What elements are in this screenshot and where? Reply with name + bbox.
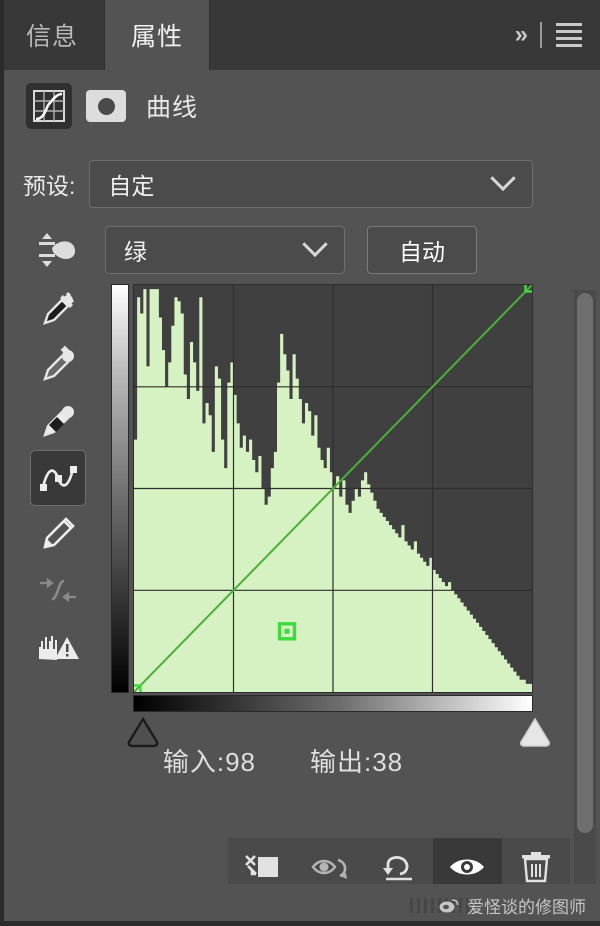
output-gradient-strip bbox=[111, 284, 129, 693]
preset-value: 自定 bbox=[108, 173, 155, 199]
adjustment-title-row: 曲线 bbox=[0, 70, 600, 142]
preset-label: 预设: bbox=[23, 173, 76, 199]
channel-value: 绿 bbox=[124, 239, 147, 265]
curve-plot-area[interactable] bbox=[133, 284, 533, 693]
chevron-down-icon bbox=[302, 231, 328, 258]
channel-row: 绿 自动 bbox=[23, 226, 477, 274]
watermark-text: 爱怪谈的修图师 bbox=[467, 898, 586, 917]
curves-tool-column bbox=[21, 282, 95, 674]
properties-panel: 信息 属性 » 曲线 预设: 自定 绿 自动 输入:98 输出:38 爱怪谈的修… bbox=[0, 0, 600, 926]
chevron-down-icon bbox=[490, 165, 517, 192]
collapse-panel-icon[interactable]: » bbox=[515, 23, 528, 47]
scrollbar-thumb[interactable] bbox=[577, 293, 593, 833]
mask-dot-icon bbox=[97, 97, 115, 115]
layer-mask-thumbnail[interactable] bbox=[86, 90, 126, 122]
page-title: 曲线 bbox=[146, 94, 199, 122]
tab-properties[interactable]: 属性 bbox=[105, 0, 211, 70]
curves-icon bbox=[26, 83, 72, 129]
panel-scrollbar[interactable] bbox=[574, 290, 596, 926]
input-value-label: 输入:98 bbox=[162, 747, 256, 777]
input-gradient-strip bbox=[133, 695, 533, 712]
weibo-logo-icon bbox=[439, 898, 459, 912]
tab-bar-spacer bbox=[210, 0, 505, 70]
panel-menu-icon[interactable] bbox=[556, 23, 582, 47]
watermark: 爱怪谈的修图师 bbox=[439, 893, 586, 918]
tab-info[interactable]: 信息 bbox=[0, 0, 106, 70]
black-point-eyedropper[interactable] bbox=[30, 282, 86, 338]
panel-header-tools: » bbox=[504, 0, 600, 70]
curve-point-tool[interactable] bbox=[30, 450, 86, 506]
preset-dropdown[interactable]: 自定 bbox=[89, 160, 534, 208]
curve-target-adjust-icon[interactable] bbox=[23, 230, 91, 270]
auto-button[interactable]: 自动 bbox=[367, 226, 477, 274]
pencil-draw-tool[interactable] bbox=[30, 506, 86, 562]
panel-tab-bar: 信息 属性 » bbox=[0, 0, 600, 70]
output-value-label: 输出:38 bbox=[310, 747, 404, 777]
point-value-readout: 输入:98 输出:38 bbox=[3, 742, 563, 779]
curve-point-center bbox=[284, 628, 290, 634]
gray-point-eyedropper[interactable] bbox=[30, 338, 86, 394]
preset-row: 预设: 自定 bbox=[23, 160, 534, 208]
white-point-eyedropper[interactable] bbox=[30, 394, 86, 450]
histogram-warning-icon[interactable] bbox=[30, 618, 86, 674]
properties-body: 预设: 自定 绿 自动 输入:98 输出:38 bbox=[0, 142, 600, 926]
channel-dropdown[interactable]: 绿 bbox=[105, 226, 345, 274]
header-divider bbox=[540, 22, 542, 48]
curves-graph[interactable] bbox=[111, 284, 550, 748]
curve-plot-svg bbox=[134, 285, 532, 692]
smooth-curve-tool[interactable] bbox=[30, 562, 86, 618]
